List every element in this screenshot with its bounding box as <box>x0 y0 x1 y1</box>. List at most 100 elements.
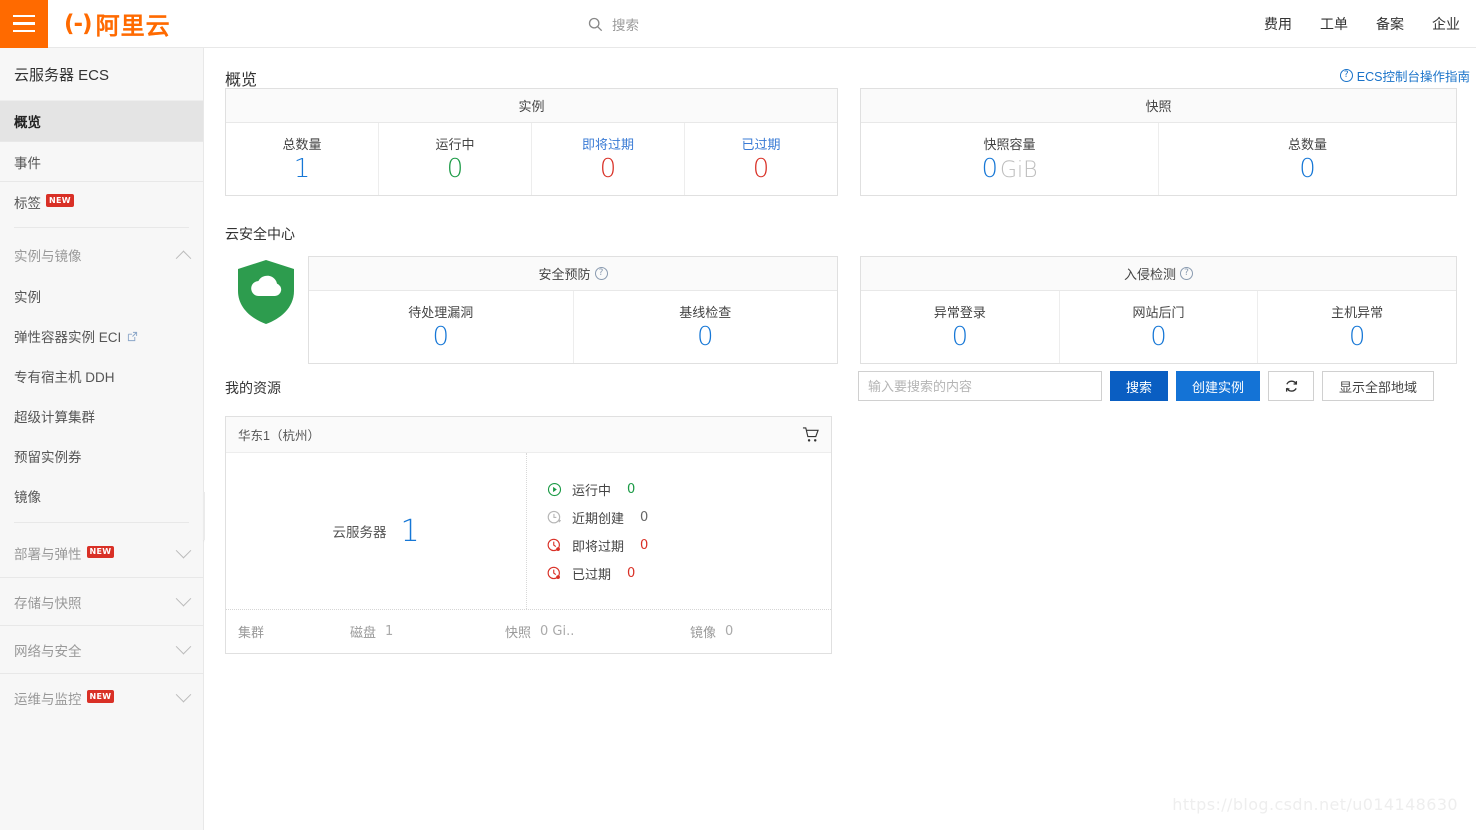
sidebar-item-label: 标签 <box>14 192 41 212</box>
ecs-guide-link[interactable]: ? ECS控制台操作指南 <box>1340 66 1470 85</box>
snapshot-panel-title: 快照 <box>861 89 1456 123</box>
help-circle-icon[interactable]: ? <box>1180 267 1193 280</box>
clock-alert-icon <box>547 566 562 581</box>
resource-card: 华东1（杭州） 云服务器 1 运行中 0 <box>225 416 832 654</box>
stat-instance-total[interactable]: 总数量 1 <box>226 123 379 195</box>
watermark: https://blog.csdn.net/u014148630 <box>1172 795 1458 814</box>
top-nav-enterprise[interactable]: 企业 <box>1432 14 1460 34</box>
resource-card-footer: 集群 磁盘 1 快照 0 Gi.. 镜像 0 <box>226 609 831 653</box>
stat-value: 0 <box>697 323 714 352</box>
sidebar-item-label: 概览 <box>14 111 41 131</box>
shopping-cart-icon[interactable] <box>802 426 819 443</box>
chevron-down-icon <box>176 639 192 655</box>
status-row-recently-created[interactable]: 近期创建 0 <box>547 503 831 531</box>
stat-instance-expired[interactable]: 已过期 0 <box>685 123 837 195</box>
top-nav-fee[interactable]: 费用 <box>1264 14 1292 34</box>
status-value: 0 <box>640 538 648 553</box>
stat-snapshot-total[interactable]: 总数量 0 <box>1159 123 1456 195</box>
sidebar-item-reserved-instance[interactable]: 预留实例券 <box>0 436 203 476</box>
refresh-icon <box>1284 379 1299 394</box>
sidebar-group-storage-snapshot[interactable]: 存储与快照 <box>0 577 203 625</box>
status-row-expiring[interactable]: 即将过期 0 <box>547 531 831 559</box>
status-row-running[interactable]: 运行中 0 <box>547 475 831 503</box>
show-all-regions-button[interactable]: 显示全部地域 <box>1322 371 1434 401</box>
new-badge: NEW <box>87 546 115 559</box>
resource-card-status-list: 运行中 0 近期创建 0 <box>526 453 831 609</box>
sidebar-group-deploy-elasticity[interactable]: 部署与弹性 NEW <box>0 529 203 577</box>
footer-stat-snapshot[interactable]: 快照 0 Gi.. <box>505 622 690 641</box>
stat-host-anomaly[interactable]: 主机异常 0 <box>1258 291 1456 363</box>
sidebar-group-instances-images[interactable]: 实例与镜像 <box>0 234 203 276</box>
top-nav-icp[interactable]: 备案 <box>1376 14 1404 34</box>
intrusion-panel-body: 异常登录 0 网站后门 0 主机异常 0 <box>861 291 1456 363</box>
play-circle-icon <box>547 482 562 497</box>
resource-card-header: 华东1（杭州） <box>226 417 831 453</box>
sidebar-item-instances[interactable]: 实例 <box>0 276 203 316</box>
stat-label: 快照容量 <box>983 134 1035 153</box>
sidebar-item-tags[interactable]: 标签 NEW <box>0 181 203 221</box>
stat-pending-vulnerabilities[interactable]: 待处理漏洞 0 <box>309 291 574 363</box>
sidebar-item-images[interactable]: 镜像 <box>0 476 203 516</box>
search-icon <box>588 17 603 32</box>
sidebar-group-ops-monitoring[interactable]: 运维与监控 NEW <box>0 673 203 721</box>
stat-unit: GiB <box>1000 158 1038 183</box>
sidebar-item-events[interactable]: 事件 <box>0 141 203 181</box>
snapshot-panel-body: 快照容量 0GiB 总数量 0 <box>861 123 1456 195</box>
status-value: 0 <box>627 482 635 497</box>
sidebar-item-label: 事件 <box>14 152 41 172</box>
stat-label: 网站后门 <box>1133 302 1185 321</box>
prevention-panel-header: 安全预防 ? <box>309 257 837 291</box>
footer-label: 快照 <box>505 622 531 641</box>
footer-stat-cluster[interactable]: 集群 <box>238 622 350 641</box>
sidebar-item-eci[interactable]: 弹性容器实例 ECI <box>0 316 203 356</box>
sidebar-item-label: 超级计算集群 <box>14 406 95 426</box>
stat-abnormal-login[interactable]: 异常登录 0 <box>861 291 1060 363</box>
status-label: 运行中 <box>572 480 611 499</box>
prevention-panel-body: 待处理漏洞 0 基线检查 0 <box>309 291 837 363</box>
sidebar-item-overview[interactable]: 概览 <box>0 101 203 141</box>
product-name: 云服务器 <box>332 521 386 541</box>
footer-stat-image[interactable]: 镜像 0 <box>690 622 733 641</box>
stat-instance-running[interactable]: 运行中 0 <box>379 123 532 195</box>
aliyun-logo[interactable]: (-) 阿里云 <box>64 6 171 41</box>
footer-stat-disk[interactable]: 磁盘 1 <box>350 622 505 641</box>
stat-value: 0GiB <box>981 155 1037 184</box>
stat-baseline-check[interactable]: 基线检查 0 <box>574 291 838 363</box>
top-nav-ticket[interactable]: 工单 <box>1320 14 1348 34</box>
stat-value: 0 <box>432 323 449 352</box>
resource-card-product[interactable]: 云服务器 1 <box>226 453 526 609</box>
stat-instance-expiring[interactable]: 即将过期 0 <box>532 123 685 195</box>
stat-value: 0 <box>753 155 770 184</box>
aliyun-logo-mark: (-) <box>64 11 92 37</box>
hamburger-icon[interactable] <box>0 0 48 48</box>
status-row-expired[interactable]: 已过期 0 <box>547 559 831 587</box>
snapshot-overview-panel: 快照 快照容量 0GiB 总数量 0 <box>860 88 1457 196</box>
stat-snapshot-capacity[interactable]: 快照容量 0GiB <box>861 123 1159 195</box>
sidebar-item-scc[interactable]: 超级计算集群 <box>0 396 203 436</box>
sidebar-group-label: 部署与弹性 NEW <box>14 543 178 563</box>
my-resources-title: 我的资源 <box>225 378 281 398</box>
footer-value: 0 Gi.. <box>540 624 574 639</box>
search-button[interactable]: 搜索 <box>1110 371 1168 401</box>
sidebar-item-ddh[interactable]: 专有宿主机 DDH <box>0 356 203 396</box>
sidebar-product-title[interactable]: 云服务器 ECS <box>0 48 203 101</box>
resource-card-body: 云服务器 1 运行中 0 <box>226 453 831 609</box>
sidebar-divider <box>14 522 189 523</box>
resource-search-input[interactable] <box>858 371 1102 401</box>
sidebar-divider <box>14 227 189 228</box>
intrusion-panel-title: 入侵检测 <box>1124 264 1176 283</box>
create-instance-button[interactable]: 创建实例 <box>1176 371 1260 401</box>
refresh-button[interactable] <box>1268 371 1314 401</box>
stat-value: 0 <box>600 155 617 184</box>
sidebar-item-label: 预留实例券 <box>14 446 82 466</box>
status-label: 近期创建 <box>572 508 624 527</box>
shield-cloud-icon <box>235 258 297 331</box>
stat-website-backdoor[interactable]: 网站后门 0 <box>1060 291 1259 363</box>
security-prevention-panel: 安全预防 ? 待处理漏洞 0 基线检查 0 <box>308 256 838 364</box>
sidebar-group-text: 部署与弹性 <box>14 543 82 563</box>
stat-value: 0 <box>1299 155 1316 184</box>
help-circle-icon[interactable]: ? <box>595 267 608 280</box>
global-search[interactable]: 搜索 <box>588 14 639 34</box>
security-center-title: 云安全中心 <box>225 224 295 244</box>
sidebar-group-network-security[interactable]: 网络与安全 <box>0 625 203 673</box>
